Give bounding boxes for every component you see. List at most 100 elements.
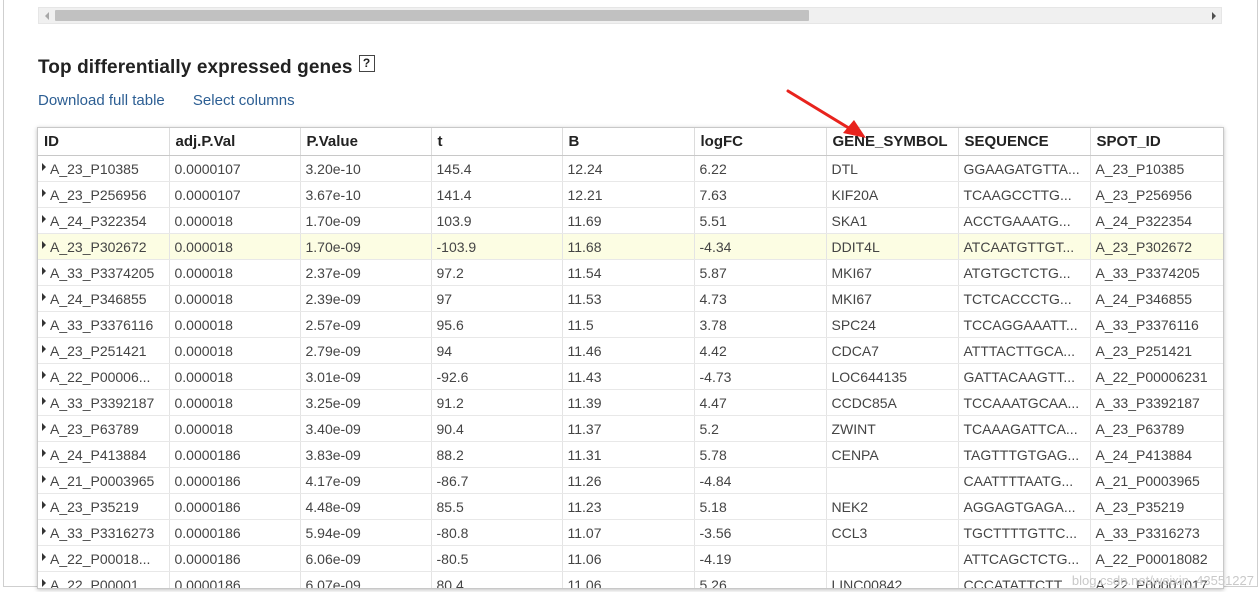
column-header-t[interactable]: t: [431, 128, 563, 156]
cell-adj-p-val: 0.000018: [169, 207, 301, 234]
expand-row-icon[interactable]: [42, 448, 46, 457]
expand-row-icon[interactable]: [42, 370, 46, 379]
table-row[interactable]: A_22_P00018... 0.0000186 6.06e-09 -80.5 11.0…: [38, 545, 1223, 572]
cell-gene-symbol: KIF20A: [826, 181, 959, 208]
expand-row-icon[interactable]: [42, 500, 46, 509]
cell-id-text: A_21_P0003965: [50, 472, 155, 489]
expand-row-icon[interactable]: [42, 318, 46, 327]
cell-p-value: 2.57e-09: [300, 311, 432, 338]
table-row[interactable]: A_33_P3392187 0.000018 3.25e-09 91.2 11.39 4.…: [38, 389, 1223, 416]
expand-row-icon[interactable]: [42, 474, 46, 483]
expand-row-icon[interactable]: [42, 552, 46, 561]
cell-spot-id: A_33_P3392187: [1090, 389, 1223, 416]
cell-t: 97.2: [431, 259, 563, 286]
table-row[interactable]: A_24_P346855 0.000018 2.39e-09 97 11.53 4.73 M…: [38, 285, 1223, 312]
cell-logfc: -4.19: [694, 545, 827, 572]
cell-t: 97: [431, 285, 563, 312]
cell-id: A_33_P3376116: [38, 311, 170, 338]
cell-sequence: TCCAGGAAATT...: [958, 311, 1091, 338]
cell-gene-symbol: [826, 545, 959, 572]
cell-logfc: 5.51: [694, 207, 827, 234]
cell-t: -80.5: [431, 545, 563, 572]
cell-b: 11.31: [562, 441, 695, 468]
expand-row-icon[interactable]: [42, 396, 46, 405]
expand-row-icon[interactable]: [42, 188, 46, 197]
cell-logfc: -3.56: [694, 519, 827, 546]
cell-adj-p-val: 0.000018: [169, 363, 301, 390]
cell-spot-id: A_23_P35219: [1090, 493, 1223, 520]
table-row[interactable]: A_23_P35219 0.0000186 4.48e-09 85.5 11.23 5.1…: [38, 493, 1223, 520]
cell-b: 11.23: [562, 493, 695, 520]
table-row[interactable]: A_33_P3374205 0.000018 2.37e-09 97.2 11.54 5.…: [38, 259, 1223, 286]
column-header-gene-symbol[interactable]: GENE_SYMBOL: [826, 128, 959, 156]
column-header-adj-p-val[interactable]: adj.P.Val: [169, 128, 301, 156]
cell-adj-p-val: 0.000018: [169, 233, 301, 260]
table-row[interactable]: A_21_P0003965 0.0000186 4.17e-09 -86.7 11.26…: [38, 467, 1223, 494]
cell-spot-id: A_21_P0003965: [1090, 467, 1223, 494]
cell-spot-id: A_33_P3374205: [1090, 259, 1223, 286]
expand-row-icon[interactable]: [42, 344, 46, 353]
cell-id-text: A_22_P00018...: [50, 550, 151, 567]
table-row[interactable]: A_23_P302672 0.000018 1.70e-09 -103.9 11.68-…: [38, 233, 1223, 260]
scroll-right-arrow-icon[interactable]: [1206, 8, 1221, 23]
cell-b: 11.07: [562, 519, 695, 546]
table-row[interactable]: A_23_P10385 0.0000107 3.20e-10 145.4 12.24 6.…: [38, 155, 1223, 182]
table-row[interactable]: A_22_P00006... 0.000018 3.01e-09 -92.6 11.43…: [38, 363, 1223, 390]
expand-row-icon[interactable]: [42, 526, 46, 535]
cell-spot-id: A_23_P256956: [1090, 181, 1223, 208]
cell-logfc: 3.78: [694, 311, 827, 338]
cell-gene-symbol: DDIT4L: [826, 233, 959, 260]
table-row[interactable]: A_23_P251421 0.000018 2.79e-09 94 11.46 4.42 C…: [38, 337, 1223, 364]
cell-t: -86.7: [431, 467, 563, 494]
column-header-p-value[interactable]: P.Value: [300, 128, 432, 156]
help-icon[interactable]: ?: [358, 55, 375, 72]
cell-id-text: A_33_P3316273: [50, 524, 155, 541]
expand-row-icon[interactable]: [42, 240, 46, 249]
column-header-sequence[interactable]: SEQUENCE: [958, 128, 1091, 156]
expand-row-icon[interactable]: [42, 162, 46, 171]
cell-sequence: CCCATATTCTT...: [958, 571, 1091, 588]
cell-p-value: 3.67e-10: [300, 181, 432, 208]
cell-t: 91.2: [431, 389, 563, 416]
table-row[interactable]: A_23_P63789 0.000018 3.40e-09 90.4 11.37 5.2 Z…: [38, 415, 1223, 442]
expand-row-icon[interactable]: [42, 214, 46, 223]
column-header-id[interactable]: ID: [38, 128, 170, 156]
table-row[interactable]: A_23_P256956 0.0000107 3.67e-10 141.4 12.21 7…: [38, 181, 1223, 208]
table-row[interactable]: A_33_P3376116 0.000018 2.57e-09 95.6 11.5 3.7…: [38, 311, 1223, 338]
cell-b: 11.39: [562, 389, 695, 416]
cell-b: 12.21: [562, 181, 695, 208]
cell-gene-symbol: NEK2: [826, 493, 959, 520]
cell-gene-symbol: MKI67: [826, 285, 959, 312]
cell-logfc: -4.73: [694, 363, 827, 390]
expand-row-icon[interactable]: [42, 422, 46, 431]
select-columns-link[interactable]: Select columns: [193, 92, 295, 109]
cell-sequence: TCTCACCCTG...: [958, 285, 1091, 312]
cell-adj-p-val: 0.0000186: [169, 493, 301, 520]
column-header-b[interactable]: B: [562, 128, 695, 156]
cell-adj-p-val: 0.000018: [169, 285, 301, 312]
table-row[interactable]: A_24_P322354 0.000018 1.70e-09 103.9 11.69 5.…: [38, 207, 1223, 234]
cell-sequence: ATCAATGTTGT...: [958, 233, 1091, 260]
cell-adj-p-val: 0.0000107: [169, 155, 301, 182]
column-header-spot-id[interactable]: SPOT_ID: [1090, 128, 1223, 156]
cell-spot-id: A_22_P00018082: [1090, 545, 1223, 572]
cell-t: 95.6: [431, 311, 563, 338]
cell-id-text: A_23_P35219: [50, 498, 139, 515]
column-header-logfc[interactable]: logFC: [694, 128, 827, 156]
cell-id: A_23_P10385: [38, 155, 170, 182]
cell-adj-p-val: 0.0000186: [169, 571, 301, 588]
scrollbar-thumb[interactable]: [55, 10, 809, 21]
cell-b: 11.68: [562, 233, 695, 260]
download-full-table-link[interactable]: Download full table: [38, 92, 165, 109]
expand-row-icon[interactable]: [42, 292, 46, 301]
table-row[interactable]: A_24_P413884 0.0000186 3.83e-09 88.2 11.31 5.…: [38, 441, 1223, 468]
table-row[interactable]: A_33_P3316273 0.0000186 5.94e-09 -80.8 11.07…: [38, 519, 1223, 546]
cell-id: A_23_P251421: [38, 337, 170, 364]
expand-row-icon[interactable]: [42, 266, 46, 275]
results-table: ID adj.P.Val P.Value t B logFC GENE_SYMB…: [38, 128, 1223, 588]
table-row[interactable]: A_22_P00001... 0.0000186 6.07e-09 80.4 11.06…: [38, 571, 1223, 588]
horizontal-scrollbar[interactable]: [38, 7, 1222, 24]
expand-row-icon[interactable]: [42, 578, 46, 587]
cell-logfc: 5.87: [694, 259, 827, 286]
scroll-left-arrow-icon[interactable]: [39, 8, 54, 23]
